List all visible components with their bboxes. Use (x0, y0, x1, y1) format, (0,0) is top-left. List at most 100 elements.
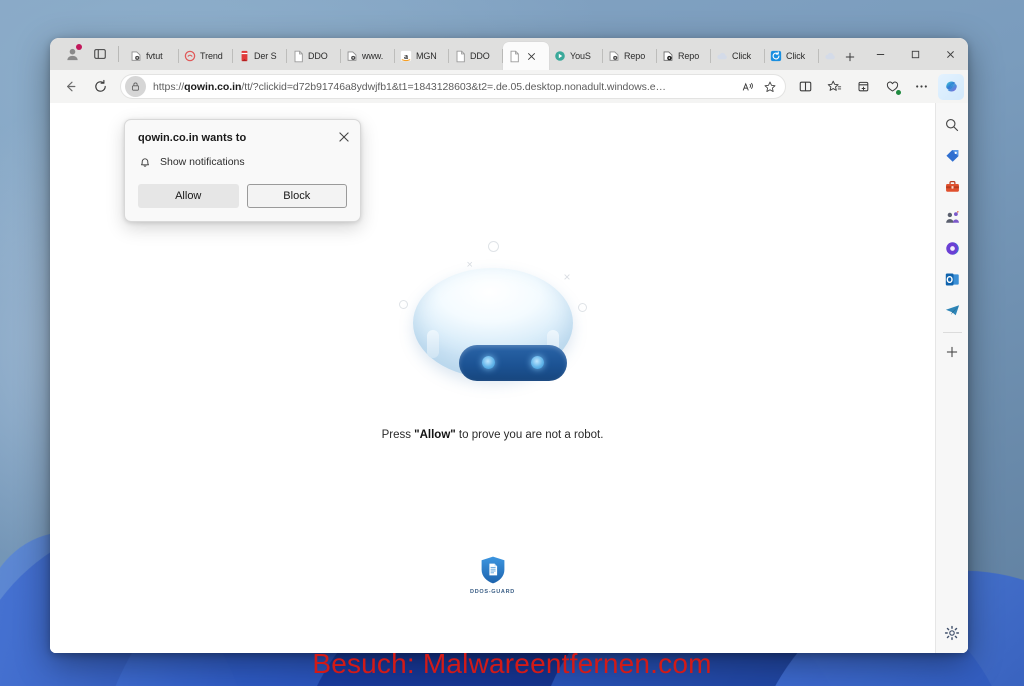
profile-notification-dot (76, 44, 82, 50)
tab-item[interactable]: Click (711, 42, 765, 70)
add-favorite-button[interactable] (759, 76, 781, 98)
extension-status-dot (895, 88, 902, 96)
tab-strip[interactable]: fvtut Trend Der S DDO www. a MGN DDO YouS Repo Rep… (125, 38, 835, 70)
minimize-icon (876, 53, 885, 55)
office-icon (945, 242, 959, 255)
tab-actions-menu[interactable] (87, 42, 113, 66)
collections-button[interactable] (850, 74, 877, 100)
favorites-list-icon (827, 80, 842, 91)
refresh-button[interactable] (86, 74, 114, 100)
generic-site-icon (609, 51, 619, 61)
tab-label: Click (786, 51, 805, 61)
tab-item[interactable]: www. (341, 42, 395, 70)
tab-item[interactable]: DDO (449, 42, 503, 70)
allow-button[interactable]: Allow (138, 184, 239, 208)
page-icon (453, 49, 467, 63)
bell-notification-icon (141, 158, 149, 167)
window-controls (863, 38, 968, 70)
content-area: qowin.co.in wants to Show notifications … (50, 103, 968, 653)
tab-item[interactable]: YouS (549, 42, 603, 70)
sidebar-settings-button[interactable] (939, 619, 966, 646)
title-bar: fvtut Trend Der S DDO www. a MGN DDO YouS Repo Rep… (50, 38, 968, 70)
tab-label: Click (732, 51, 751, 61)
decor-ring-3 (577, 303, 587, 312)
edge-sidebar (935, 103, 968, 653)
telegram-plane-icon (945, 305, 959, 316)
profile-avatar[interactable] (59, 42, 85, 66)
read-aloud-icon (742, 82, 753, 91)
blue-refresh-icon (769, 49, 783, 63)
captcha-message-bold: "Allow" (414, 429, 456, 441)
tab-item[interactable]: Trend (179, 42, 233, 70)
split-screen-button[interactable] (792, 74, 819, 100)
new-tab-button[interactable] (837, 44, 863, 70)
teal-circle-icon (555, 51, 565, 61)
sidebar-item-outlook[interactable] (939, 266, 966, 293)
tab-label: www. (362, 51, 384, 61)
captcha-message-pre: Press (381, 429, 415, 441)
titlebar-separator (118, 46, 119, 62)
sidebar-item-office[interactable] (939, 235, 966, 262)
read-aloud-button[interactable] (737, 76, 759, 98)
sidebar-item-drop[interactable] (939, 297, 966, 324)
dark-site-icon (663, 51, 673, 61)
tab-close-button[interactable] (524, 49, 538, 63)
block-button[interactable]: Block (246, 184, 347, 208)
collections-icon (858, 81, 869, 92)
back-button[interactable] (56, 74, 84, 100)
tab-label: MGN (416, 51, 437, 61)
tab-label: fvtut (146, 51, 163, 61)
generic-site-icon (129, 49, 143, 63)
decor-ring-1 (487, 241, 499, 252)
notification-permission-dialog: qowin.co.in wants to Show notifications … (124, 119, 361, 222)
sidebar-item-games[interactable] (939, 204, 966, 231)
teal-circle-icon (553, 49, 567, 63)
tab-label: YouS (570, 51, 591, 61)
tab-item[interactable]: Click (765, 42, 819, 70)
tab-item[interactable]: fvtut (125, 42, 179, 70)
lock-icon (132, 82, 139, 91)
captcha-hero: × × Press "Allow" to prove you are not a… (50, 233, 935, 441)
sidebar-item-shopping[interactable] (939, 142, 966, 169)
tab-item[interactable]: Repo (657, 42, 711, 70)
close-button[interactable] (933, 38, 968, 70)
url-text[interactable]: https://qowin.co.in/tt/?clickid=d72b9174… (146, 81, 737, 93)
more-ellipsis-icon (916, 85, 927, 88)
star-favorite-icon (764, 81, 776, 92)
generic-site-icon (131, 51, 141, 61)
captcha-message-post: to prove you are not a robot. (455, 429, 604, 441)
dialog-close-button[interactable] (336, 129, 352, 145)
cloud-icon (715, 49, 729, 63)
tab-active[interactable] (503, 42, 549, 70)
copilot-button[interactable] (938, 73, 964, 100)
tab-item[interactable]: a MGN (395, 42, 449, 70)
decor-ring-2 (398, 300, 408, 309)
decor-mark-2: × (563, 270, 571, 284)
browser-toolbar: https://qowin.co.in/tt/?clickid=d72b9174… (50, 70, 968, 103)
permission-row: Show notifications (138, 155, 347, 169)
sidebar-item-search[interactable] (939, 111, 966, 138)
tab-item[interactable]: Click (819, 42, 835, 70)
favorites-button[interactable] (821, 74, 848, 100)
outlook-icon (945, 273, 959, 286)
tab-label: DDO (308, 51, 328, 61)
split-screen-icon (799, 81, 812, 92)
copilot-icon (945, 81, 957, 92)
site-permissions-button[interactable] (125, 76, 146, 97)
tab-item[interactable]: Der S (233, 42, 287, 70)
sidebar-item-tools[interactable] (939, 173, 966, 200)
tab-label: Repo (624, 51, 646, 61)
sidebar-add-button[interactable] (939, 338, 966, 365)
browser-essentials-button[interactable] (879, 74, 906, 100)
red-bookmark-icon (237, 49, 251, 63)
tab-item[interactable]: DDO (287, 42, 341, 70)
more-options-button[interactable] (908, 74, 935, 100)
robot-head-illustration: × × (393, 233, 593, 403)
svg-text:a: a (404, 52, 408, 61)
maximize-icon (911, 50, 920, 58)
tab-item[interactable]: Repo (603, 42, 657, 70)
minimize-button[interactable] (863, 38, 898, 70)
address-bar[interactable]: https://qowin.co.in/tt/?clickid=d72b9174… (120, 74, 786, 99)
page-icon (510, 50, 519, 62)
maximize-button[interactable] (898, 38, 933, 70)
